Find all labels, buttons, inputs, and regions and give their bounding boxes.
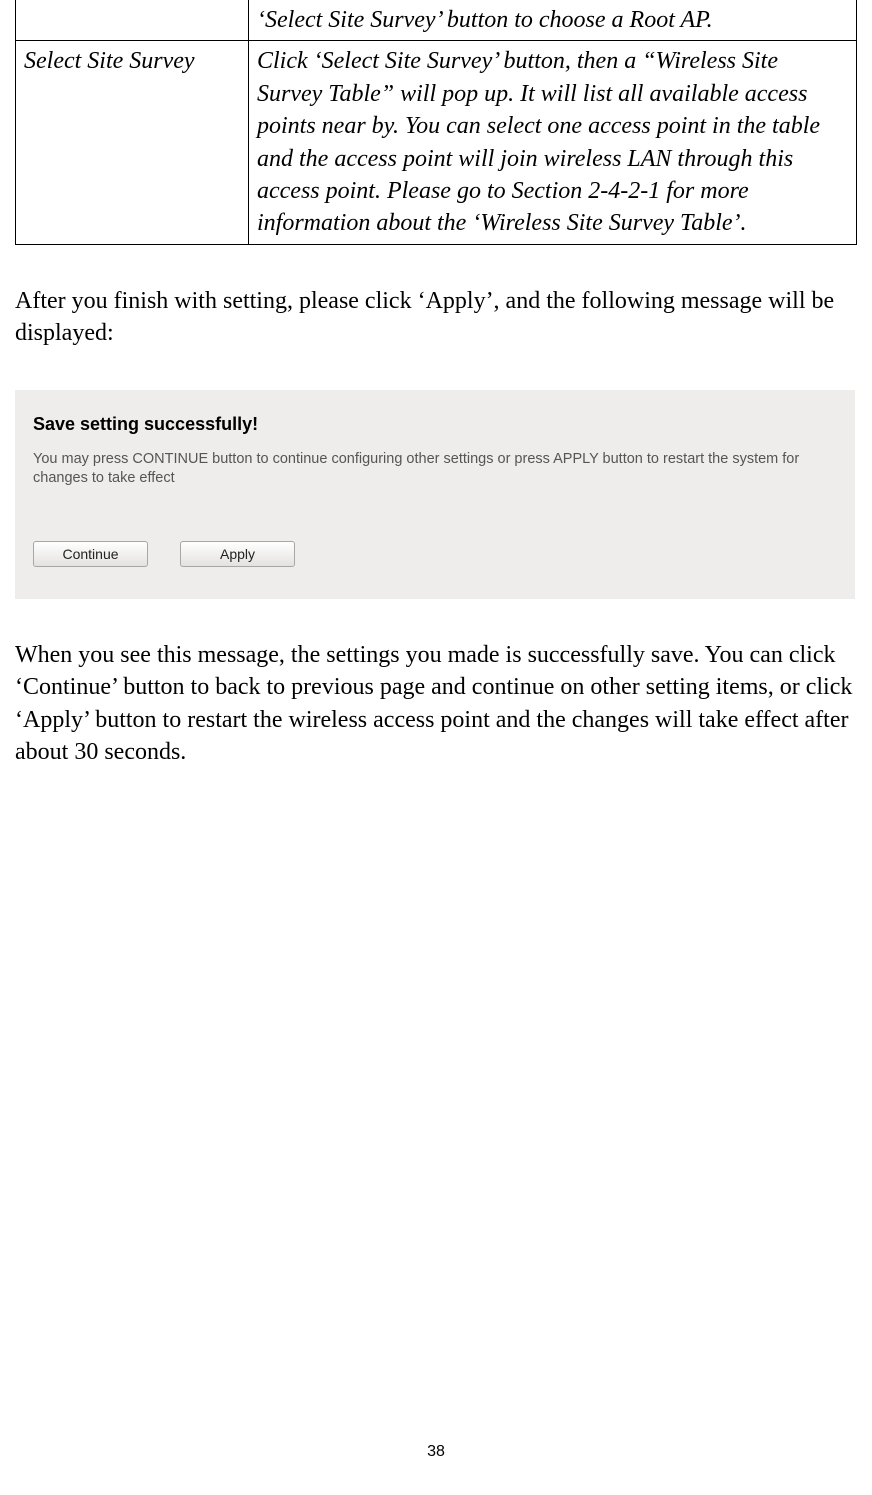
table-row: Select Site Survey Click ‘Select Site Su… — [16, 41, 857, 244]
table-cell-label: Select Site Survey — [16, 41, 249, 244]
continue-button[interactable]: Continue — [33, 541, 148, 567]
page-number: 38 — [0, 1441, 872, 1463]
apply-button[interactable]: Apply — [180, 541, 295, 567]
dialog-button-row: Continue Apply — [33, 541, 837, 567]
settings-table: ‘Select Site Survey’ button to choose a … — [15, 0, 857, 245]
table-row: ‘Select Site Survey’ button to choose a … — [16, 0, 857, 41]
table-cell-desc: Click ‘Select Site Survey’ button, then … — [249, 41, 857, 244]
body-paragraph: When you see this message, the settings … — [15, 639, 857, 769]
save-dialog-screenshot: Save setting successfully! You may press… — [15, 390, 855, 599]
table-cell-desc: ‘Select Site Survey’ button to choose a … — [249, 0, 857, 41]
body-paragraph: After you finish with setting, please cl… — [15, 285, 857, 350]
dialog-heading: Save setting successfully! — [33, 412, 837, 436]
table-cell-label — [16, 0, 249, 41]
dialog-description: You may press CONTINUE button to continu… — [33, 450, 837, 489]
